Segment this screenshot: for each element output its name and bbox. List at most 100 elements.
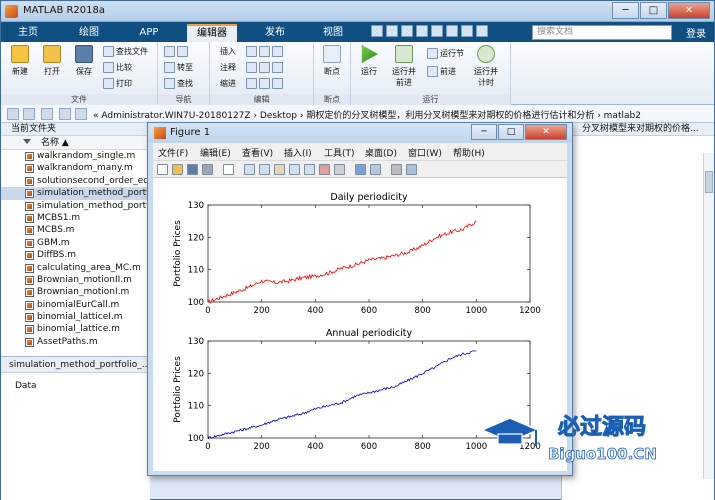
hide-icon[interactable] xyxy=(391,164,402,175)
back-icon[interactable] xyxy=(7,108,19,120)
redo-icon[interactable] xyxy=(446,25,458,37)
open-icon[interactable] xyxy=(172,164,183,175)
datacursor-icon[interactable] xyxy=(304,164,315,175)
insert-button[interactable]: 插入 xyxy=(220,46,283,57)
open-button[interactable]: 打开 xyxy=(37,45,67,77)
file-list-item[interactable]: binomialEurCall.m xyxy=(1,299,149,311)
editor-scrollbar[interactable] xyxy=(703,153,714,479)
file-list-item[interactable]: MCBS.m xyxy=(1,224,149,236)
menu-tools[interactable]: 工具(T) xyxy=(324,146,355,159)
menu-window[interactable]: 窗口(W) xyxy=(408,146,442,159)
print-button[interactable]: 打印 xyxy=(103,78,132,89)
zoom-out-icon[interactable] xyxy=(259,164,270,175)
details-data-label: Data xyxy=(15,381,37,391)
file-list-item[interactable]: walkrandom_single.m xyxy=(1,150,149,162)
figure-minimize-button[interactable]: ─ xyxy=(471,124,497,140)
menu-edit[interactable]: 编辑(E) xyxy=(200,146,231,159)
menu-insert[interactable]: 插入(I) xyxy=(284,146,312,159)
figure-close-button[interactable]: ✕ xyxy=(525,124,567,140)
close-button[interactable]: ✕ xyxy=(668,2,710,19)
file-list-item[interactable]: DiffBS.m xyxy=(1,249,149,261)
file-list-item[interactable]: Brownian_motionII.m xyxy=(1,274,149,286)
graduation-cap-base xyxy=(497,433,523,445)
breakpoints-button[interactable]: 断点 xyxy=(317,45,347,77)
forward-icon[interactable] xyxy=(23,108,35,120)
indent-button[interactable]: 缩进 xyxy=(220,78,283,89)
file-list-item[interactable]: binomial_lattice.m xyxy=(1,323,149,335)
file-list-item[interactable]: walkrandom_many.m xyxy=(1,162,149,174)
editor-tab-title[interactable]: 分叉树模型来对期权的价格... xyxy=(562,123,714,136)
pan-icon[interactable] xyxy=(274,164,285,175)
back-forward-buttons[interactable] xyxy=(164,46,188,57)
search-documentation-input[interactable]: 搜索文档 xyxy=(532,25,672,40)
comment-button[interactable]: 注释 xyxy=(220,62,283,73)
new-icon[interactable] xyxy=(157,164,168,175)
run-section-button[interactable]: 运行节 xyxy=(427,48,464,59)
tab-home[interactable]: 主页 xyxy=(7,24,49,42)
run-and-advance-icon xyxy=(395,45,413,63)
colorbar-icon[interactable] xyxy=(355,164,366,175)
maximize-button[interactable]: □ xyxy=(640,2,667,19)
new-button[interactable]: 新建 xyxy=(5,45,35,77)
scrollbar-thumb[interactable] xyxy=(705,171,713,193)
save-button[interactable]: 保存 xyxy=(69,45,99,77)
file-list-item[interactable]: solutionsecond_order_eq... xyxy=(1,175,149,187)
print-icon[interactable] xyxy=(202,164,213,175)
file-list-item[interactable]: simulation_method_portfolio... xyxy=(1,200,149,212)
tab-apps[interactable]: APP xyxy=(127,24,171,42)
help-icon[interactable] xyxy=(476,25,488,37)
switch-windows-icon[interactable] xyxy=(461,25,473,37)
folder-history-icon[interactable] xyxy=(75,108,87,120)
save-icon[interactable] xyxy=(371,25,383,37)
tab-publish[interactable]: 发布 xyxy=(255,24,295,42)
minimize-button[interactable]: ─ xyxy=(612,2,639,19)
file-list: walkrandom_single.m walkrandom_many.m solu… xyxy=(1,150,149,348)
file-list-item[interactable]: GBM.m xyxy=(1,237,149,249)
find-files-button[interactable]: 查找文件 xyxy=(103,46,148,57)
file-list-item[interactable]: AssetPaths.m xyxy=(1,336,149,348)
file-list-item[interactable]: calculating_area_MC.m xyxy=(1,262,149,274)
run-and-time-button[interactable]: 运行并计时 xyxy=(471,45,501,88)
pointer-icon[interactable] xyxy=(223,164,234,175)
cut-icon[interactable] xyxy=(386,25,398,37)
file-name: simulation_method_portfolio... xyxy=(37,200,149,211)
copy-icon[interactable] xyxy=(401,25,413,37)
current-path[interactable]: « Administrator.WIN7U-20180127Z › Deskto… xyxy=(93,108,641,121)
y-axis-label: Portfolio Prices xyxy=(173,220,183,287)
run-and-advance-button[interactable]: 运行并前进 xyxy=(389,45,419,88)
menu-help[interactable]: 帮助(H) xyxy=(453,146,485,159)
figure-toolbar xyxy=(153,160,567,178)
up-folder-icon[interactable] xyxy=(59,108,71,120)
file-name: walkrandom_single.m xyxy=(37,151,136,161)
browse-folder-icon[interactable] xyxy=(41,108,53,120)
menu-file[interactable]: 文件(F) xyxy=(158,146,188,159)
find-button[interactable]: 查找 xyxy=(164,78,193,89)
paste-icon[interactable] xyxy=(416,25,428,37)
name-column-header[interactable]: 名称 ▲ xyxy=(1,136,149,150)
save-icon[interactable] xyxy=(187,164,198,175)
file-list-item[interactable]: simulation_method_portfolio... xyxy=(1,187,149,200)
m-file-icon xyxy=(25,238,34,248)
tab-view[interactable]: 视图 xyxy=(313,24,353,42)
rotate-icon[interactable] xyxy=(289,164,300,175)
figure-maximize-button[interactable]: □ xyxy=(498,124,524,140)
show-icon[interactable] xyxy=(406,164,417,175)
menu-desktop[interactable]: 桌面(D) xyxy=(365,146,397,159)
y-tick-label: 110 xyxy=(188,402,204,412)
tab-editor[interactable]: 编辑器 xyxy=(187,24,237,42)
file-list-item[interactable]: Brownian_motionI.m xyxy=(1,286,149,298)
menu-view[interactable]: 查看(V) xyxy=(242,146,273,159)
run-button[interactable]: 运行 xyxy=(354,45,384,77)
advance-button[interactable]: 前进 xyxy=(427,66,456,77)
link-icon[interactable] xyxy=(334,164,345,175)
file-list-item[interactable]: binomial_latticeI.m xyxy=(1,311,149,323)
tab-plots[interactable]: 绘图 xyxy=(67,24,111,42)
brush-icon[interactable] xyxy=(319,164,330,175)
file-list-item[interactable]: MCBS1.m xyxy=(1,212,149,224)
compare-button[interactable]: 比较 xyxy=(103,62,132,73)
login-link[interactable]: 登录 xyxy=(686,25,706,40)
zoom-in-icon[interactable] xyxy=(244,164,255,175)
undo-icon[interactable] xyxy=(431,25,443,37)
legend-icon[interactable] xyxy=(370,164,381,175)
goto-button[interactable]: 转至 xyxy=(164,62,193,73)
